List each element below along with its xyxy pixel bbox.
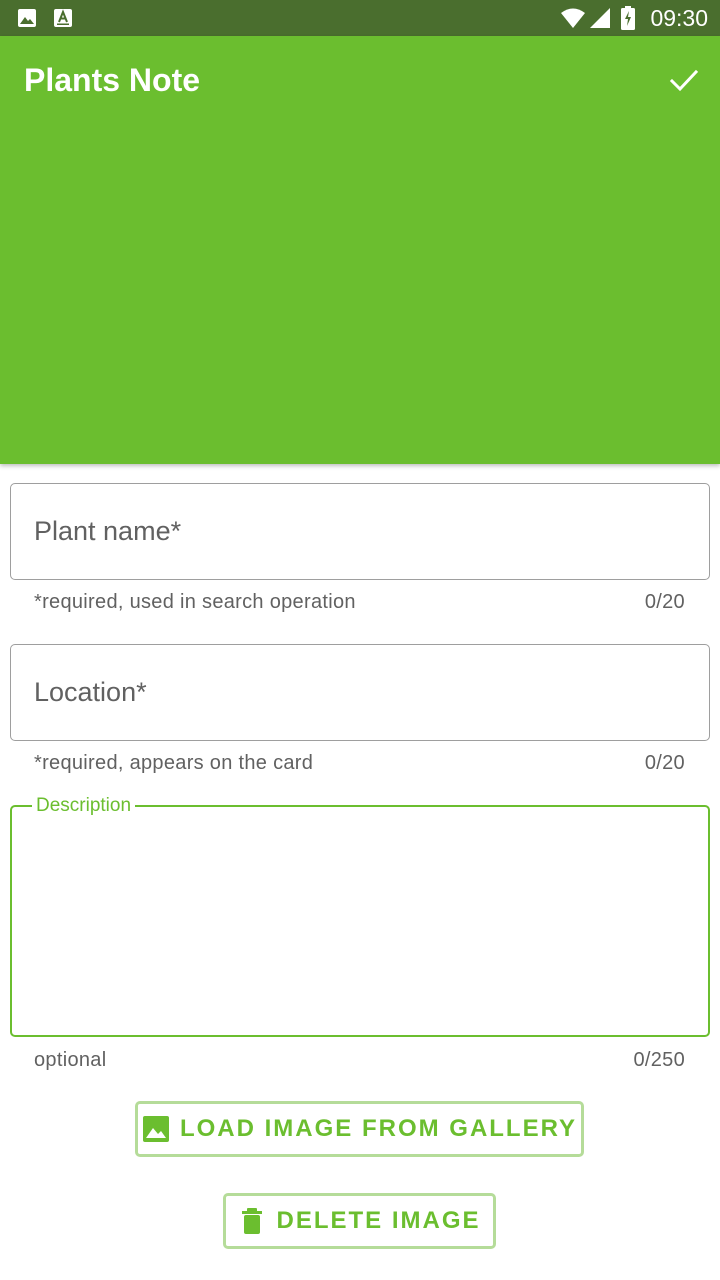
image-notification-icon xyxy=(18,9,36,27)
wifi-icon xyxy=(561,8,585,28)
font-notification-icon xyxy=(54,9,72,27)
plant-name-counter: 0/20 xyxy=(644,591,685,613)
load-image-label: LOAD IMAGE FROM GALLERY xyxy=(179,1115,578,1142)
description-counter: 0/250 xyxy=(633,1049,685,1071)
app-title: Plants Note xyxy=(24,62,201,98)
load-image-button[interactable]: LOAD IMAGE FROM GALLERY xyxy=(135,1101,584,1157)
delete-image-button[interactable]: DELETE IMAGE xyxy=(223,1193,496,1249)
trash-icon xyxy=(242,1208,263,1234)
plant-name-label: Plant name* xyxy=(34,516,182,546)
status-bar: 09:30 xyxy=(0,0,720,36)
location-helper: *required, appears on the card xyxy=(34,752,314,774)
location-label: Location* xyxy=(34,677,147,707)
description-field[interactable]: Description xyxy=(10,795,710,1037)
signal-icon xyxy=(590,8,610,28)
plant-name-helper: *required, used in search operation xyxy=(34,591,356,613)
location-field[interactable]: Location* xyxy=(10,644,710,741)
description-helper: optional xyxy=(34,1049,107,1071)
battery-charging-icon xyxy=(621,6,635,30)
location-counter: 0/20 xyxy=(644,752,685,774)
plant-name-field[interactable]: Plant name* xyxy=(10,483,710,580)
check-icon[interactable] xyxy=(664,60,704,100)
description-label: Description xyxy=(32,795,136,817)
delete-image-label: DELETE IMAGE xyxy=(276,1207,481,1234)
status-time: 09:30 xyxy=(650,5,708,31)
image-icon xyxy=(142,1116,169,1142)
app-bar: Plants Note xyxy=(0,36,720,464)
